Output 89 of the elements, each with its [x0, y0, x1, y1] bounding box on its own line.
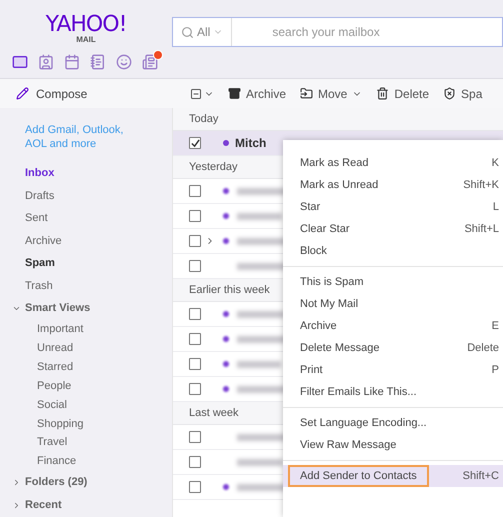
toolbar-button[interactable]: Delete: [376, 84, 430, 102]
smart-view-item[interactable]: Important: [25, 320, 172, 339]
menu-item-label: Star: [299, 200, 322, 215]
trash-icon: [376, 87, 390, 100]
shortcut-label: E: [492, 318, 499, 334]
folder-item[interactable]: Archive: [25, 230, 172, 252]
menu-item[interactable]: Block: [283, 240, 503, 262]
check-icon: [190, 138, 200, 148]
menu-item-label: Block: [299, 244, 328, 259]
checkbox[interactable]: [189, 137, 201, 149]
sidebar-section-toggle[interactable]: Recent: [12, 494, 172, 517]
chevron-right-icon: [12, 500, 21, 510]
menu-item[interactable]: View Raw Message: [283, 434, 503, 456]
toolbar-button[interactable]: Spa: [443, 84, 482, 102]
smart-view-item[interactable]: People: [25, 376, 172, 396]
blurred-text: [237, 360, 281, 368]
folder-item[interactable]: Inbox: [25, 162, 172, 185]
menu-item-label: Filter Emails Like This...: [299, 384, 418, 400]
sender-name: Mitch: [235, 135, 266, 152]
shortcut-label: Shift+L: [464, 222, 499, 237]
smart-view-item[interactable]: Shopping: [25, 414, 172, 434]
menu-item-label: Clear Star: [299, 222, 351, 237]
checkbox[interactable]: [189, 358, 201, 370]
smart-views-toggle[interactable]: Smart Views: [12, 298, 172, 320]
search-scope[interactable]: All: [173, 18, 232, 46]
newspaper-icon[interactable]: [142, 54, 158, 70]
toolbar-button[interactable]: Move: [300, 84, 362, 102]
date-group-header: Today: [173, 108, 503, 131]
folder-icon: [300, 87, 314, 100]
menu-item[interactable]: Filter Emails Like This...: [283, 381, 503, 403]
mail-icon[interactable]: [12, 54, 28, 70]
calendar-icon[interactable]: [64, 54, 80, 70]
checkbox[interactable]: [189, 185, 201, 197]
search-field[interactable]: All search your mailbox: [172, 17, 503, 47]
search-input[interactable]: search your mailbox: [232, 23, 502, 41]
shortcut-label: L: [492, 200, 499, 215]
menu-item[interactable]: Print P: [283, 359, 503, 381]
chevron-right-icon: [12, 478, 21, 488]
shortcut-label: Shift+C: [462, 468, 499, 484]
select-menu-button[interactable]: [190, 88, 214, 100]
smiley-icon[interactable]: [116, 54, 132, 70]
shortcut-label: K: [492, 156, 499, 171]
menu-item-label: Mark as Read: [299, 156, 370, 171]
menu-item-label: View Raw Message: [299, 438, 398, 453]
checkbox[interactable]: [189, 431, 201, 443]
blurred-text: [237, 310, 285, 318]
folder-item[interactable]: Spam: [25, 252, 172, 276]
blurred-text: [237, 458, 283, 466]
pencil-icon: [16, 87, 29, 100]
shortcut-label: Shift+K: [463, 178, 499, 193]
smart-view-item[interactable]: Unread: [25, 338, 172, 358]
logo-subtitle: MAIL: [76, 36, 96, 44]
checkbox[interactable]: [189, 210, 201, 222]
menu-item[interactable]: Clear Star Shift+L: [283, 218, 503, 240]
smart-view-item[interactable]: Finance: [25, 452, 172, 472]
menu-item-label: Archive: [299, 318, 338, 334]
menu-item-label: Delete Message: [299, 340, 380, 356]
menu-item-label: Add Sender to Contacts: [288, 465, 429, 487]
blurred-text: [237, 212, 282, 220]
notebook-icon[interactable]: [90, 54, 106, 70]
shortcut-label: P: [492, 362, 499, 378]
menu-item-label: Mark as Unread: [299, 178, 380, 193]
folder-item[interactable]: Trash: [25, 275, 172, 298]
smart-view-item[interactable]: Social: [25, 395, 172, 414]
contact-card-icon[interactable]: [38, 54, 54, 70]
menu-item[interactable]: Archive E: [283, 315, 503, 337]
toolbar-button[interactable]: Archive: [228, 84, 286, 102]
checkbox[interactable]: [189, 383, 201, 395]
folder-item[interactable]: Sent: [25, 207, 172, 230]
search-icon: [181, 26, 194, 38]
shield-icon: [443, 87, 456, 100]
menu-item-label: Print: [299, 362, 324, 378]
menu-item[interactable]: Add Sender to Contacts Shift+C: [283, 465, 503, 487]
archive-icon: [228, 87, 241, 100]
shortcut-label: Delete: [467, 340, 499, 356]
checkbox[interactable]: [189, 333, 201, 345]
checkbox[interactable]: [189, 235, 201, 247]
checkbox[interactable]: [189, 260, 201, 272]
checkbox[interactable]: [189, 308, 201, 320]
menu-item[interactable]: Delete Message Delete: [283, 337, 503, 359]
menu-item[interactable]: Star L: [283, 196, 503, 218]
smart-view-item[interactable]: Starred: [25, 357, 172, 376]
smart-view-item[interactable]: Travel: [25, 433, 172, 452]
checkbox[interactable]: [189, 456, 201, 468]
compose-button[interactable]: Compose: [36, 84, 88, 102]
logo: YAHOO!: [46, 14, 126, 36]
folder-item[interactable]: Drafts: [25, 184, 172, 208]
checkbox[interactable]: [189, 481, 201, 493]
sidebar-section-toggle[interactable]: Folders (29): [12, 471, 172, 494]
